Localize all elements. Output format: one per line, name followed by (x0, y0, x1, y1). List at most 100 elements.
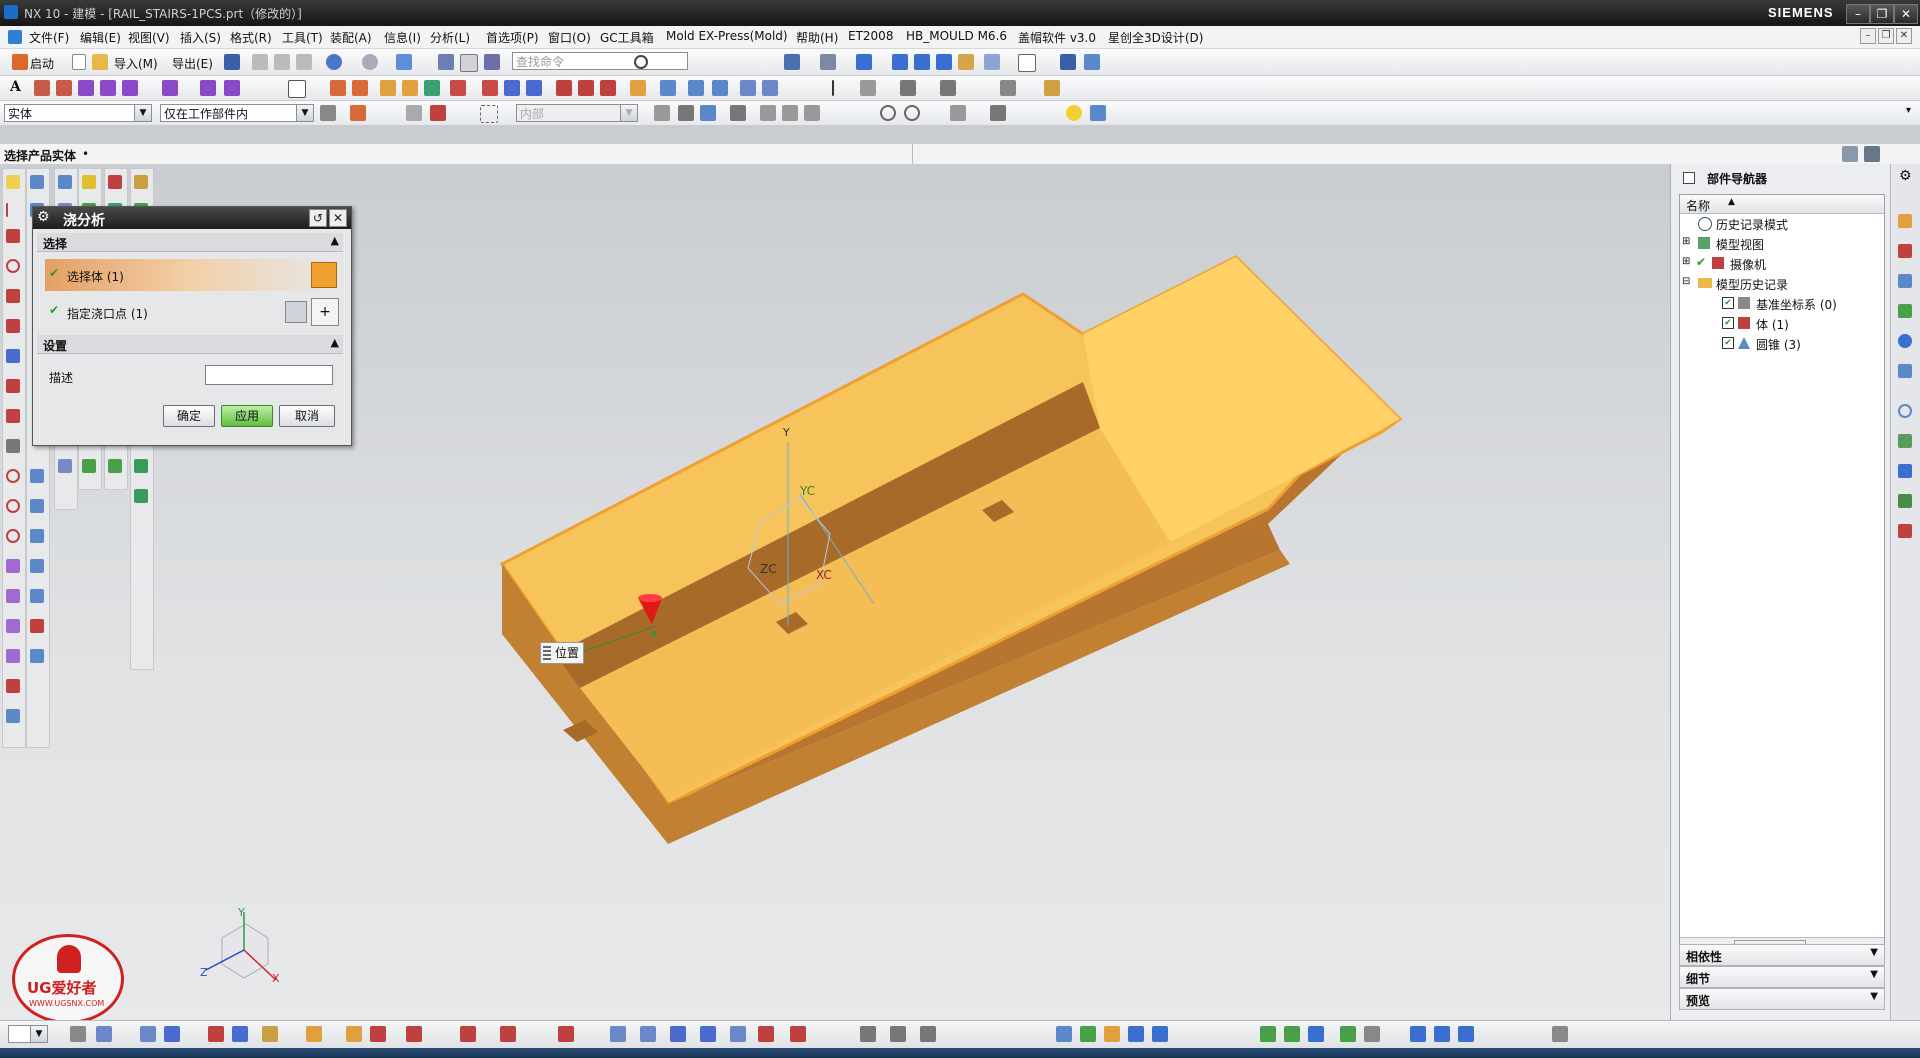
offset-curve-icon[interactable] (200, 80, 216, 96)
intersection-icon[interactable] (430, 105, 446, 121)
sketch-icon[interactable] (34, 80, 50, 96)
collapse-icon[interactable]: ⊟ (1682, 276, 1690, 287)
existing-point-icon[interactable] (950, 105, 966, 121)
doc-close-button[interactable]: ✕ (1896, 28, 1912, 44)
trim-mold-icon[interactable] (1364, 1026, 1380, 1042)
roles-tab-icon[interactable] (1898, 524, 1912, 538)
add-point-icon[interactable]: + (311, 298, 339, 326)
menu-edit[interactable]: 编辑(E) (80, 29, 121, 46)
cut-icon[interactable] (252, 54, 268, 70)
bom-icon[interactable] (1340, 1026, 1356, 1042)
reset-icon[interactable]: ↺ (309, 209, 327, 227)
analysis-icon[interactable] (940, 80, 956, 96)
menu-help[interactable]: 帮助(H) (796, 29, 838, 46)
render-style-icon[interactable] (820, 54, 836, 70)
panel-preview[interactable]: 预览 ▼ (1679, 988, 1885, 1010)
quadrant-snap-icon[interactable] (904, 105, 920, 121)
point-dialog-icon[interactable] (285, 301, 307, 323)
endpoint-snap-icon[interactable] (760, 105, 776, 121)
rectangle-icon[interactable] (288, 80, 306, 98)
csys-icon[interactable] (900, 80, 916, 96)
type-filter-select[interactable]: 实体 ▼ (4, 104, 152, 122)
move-component-icon[interactable] (370, 1026, 386, 1042)
edit-object-display-icon[interactable] (140, 1026, 156, 1042)
close-button[interactable]: ✕ (1894, 4, 1918, 24)
reuse-library-tab-icon[interactable] (1898, 304, 1912, 318)
snap-point-icon[interactable] (406, 105, 422, 121)
background-icon[interactable] (1018, 54, 1036, 72)
nav-item-camera[interactable]: ⊞ ✔ 摄像机 (1682, 255, 1882, 275)
navigator-tree[interactable]: 名称 ▲ 历史记录模式 ⊞ 模型视图 ⊞ ✔ 摄像机 ⊟ 模型历史记录 ✔ 基准… (1679, 194, 1885, 956)
import-menu[interactable]: 导入(M) (114, 55, 158, 72)
cooling-channel-icon[interactable] (1260, 1026, 1276, 1042)
gate-point[interactable] (651, 631, 657, 637)
app-menu-icon[interactable] (8, 30, 22, 44)
drafting-icon[interactable] (558, 1026, 574, 1042)
dimension-icon[interactable] (670, 1026, 686, 1042)
collapse-icon[interactable]: ▲ (331, 234, 339, 247)
wave-link-icon[interactable] (460, 1026, 476, 1042)
check-geometry-icon[interactable] (890, 1026, 906, 1042)
body-filter-icon[interactable] (700, 105, 716, 121)
mold-design-check-icon[interactable] (1552, 1026, 1568, 1042)
view-right-icon[interactable] (936, 54, 952, 70)
text-icon[interactable]: A (10, 79, 21, 95)
arrow-icon[interactable] (730, 105, 746, 121)
menu-window[interactable]: 窗口(O) (548, 29, 591, 46)
assembly-nav-icon[interactable] (1084, 54, 1100, 70)
panel-dependencies[interactable]: 相依性 ▼ (1679, 944, 1885, 966)
chevron-down-icon[interactable]: ▼ (1870, 947, 1878, 958)
menu-preferences[interactable]: 首选项(P) (486, 29, 539, 46)
history-tab-icon[interactable] (1898, 404, 1912, 418)
csys-orient-icon[interactable] (1128, 1026, 1144, 1042)
select-all-icon[interactable] (350, 105, 366, 121)
repeat-command-icon[interactable] (396, 54, 412, 70)
center-snap-icon[interactable] (880, 105, 896, 121)
measure-distance-icon[interactable] (262, 1026, 278, 1042)
collapse-icon[interactable]: ▲ (331, 336, 339, 349)
deviation-icon[interactable] (790, 1026, 806, 1042)
resource-bar-icon[interactable] (1842, 146, 1858, 162)
pocket-icon[interactable] (424, 80, 440, 96)
checkbox-checked-icon[interactable]: ✔ (1722, 297, 1734, 309)
process-studio-tab-icon[interactable] (1898, 464, 1912, 478)
redo-icon[interactable] (362, 54, 378, 70)
display-mode-icon[interactable] (784, 54, 800, 70)
project-curve-icon[interactable] (224, 80, 240, 96)
snap-view-icon[interactable] (1060, 54, 1076, 70)
hide-icon[interactable] (164, 1026, 180, 1042)
start-icon[interactable] (12, 54, 28, 70)
menu-xingchuang[interactable]: 星创全3D设计(D) (1108, 29, 1203, 46)
mirror-assembly-icon[interactable] (406, 1026, 422, 1042)
layer-settings-icon[interactable] (70, 1026, 86, 1042)
menu-et2008[interactable]: ET2008 (848, 29, 893, 43)
checkbox-checked-icon[interactable]: ✔ (1722, 337, 1734, 349)
menu-format[interactable]: 格式(R) (230, 29, 272, 46)
chamfer-icon[interactable] (578, 80, 594, 96)
cavity-layout-icon[interactable] (1410, 1026, 1426, 1042)
menu-tools[interactable]: 工具(T) (282, 29, 323, 46)
mirror-icon[interactable] (712, 80, 728, 96)
start-menu[interactable]: 启动 (30, 55, 54, 72)
face-filter-icon[interactable] (678, 105, 694, 121)
menu-info[interactable]: 信息(I) (384, 29, 421, 46)
control-point-icon[interactable] (804, 105, 820, 121)
menu-file[interactable]: 文件(F) (29, 29, 69, 46)
new-file-icon[interactable] (72, 54, 86, 70)
scope-filter-select[interactable]: 仅在工作部件内 ▼ (160, 104, 314, 122)
menu-view[interactable]: 视图(V) (128, 29, 170, 46)
download-icon[interactable] (1152, 1026, 1168, 1042)
nav-item-history-mode[interactable]: 历史记录模式 (1696, 215, 1896, 235)
grid-icon[interactable] (1056, 1026, 1072, 1042)
feature-group-icon[interactable] (1044, 80, 1060, 96)
electrode-icon[interactable] (1284, 1026, 1300, 1042)
tangent-snap-icon[interactable] (990, 105, 1006, 121)
snap-filter-select[interactable]: 内部 ▼ (516, 104, 638, 122)
system-materials-tab-icon[interactable] (1898, 434, 1912, 448)
role-icon[interactable] (484, 54, 500, 70)
restore-button[interactable]: ❐ (1870, 4, 1894, 24)
expand-icon[interactable]: ⊞ (1682, 256, 1690, 267)
revolve-icon[interactable] (352, 80, 368, 96)
close-icon[interactable]: ✕ (329, 209, 347, 227)
section-settings-header[interactable]: 设置 ▲ (37, 335, 343, 354)
